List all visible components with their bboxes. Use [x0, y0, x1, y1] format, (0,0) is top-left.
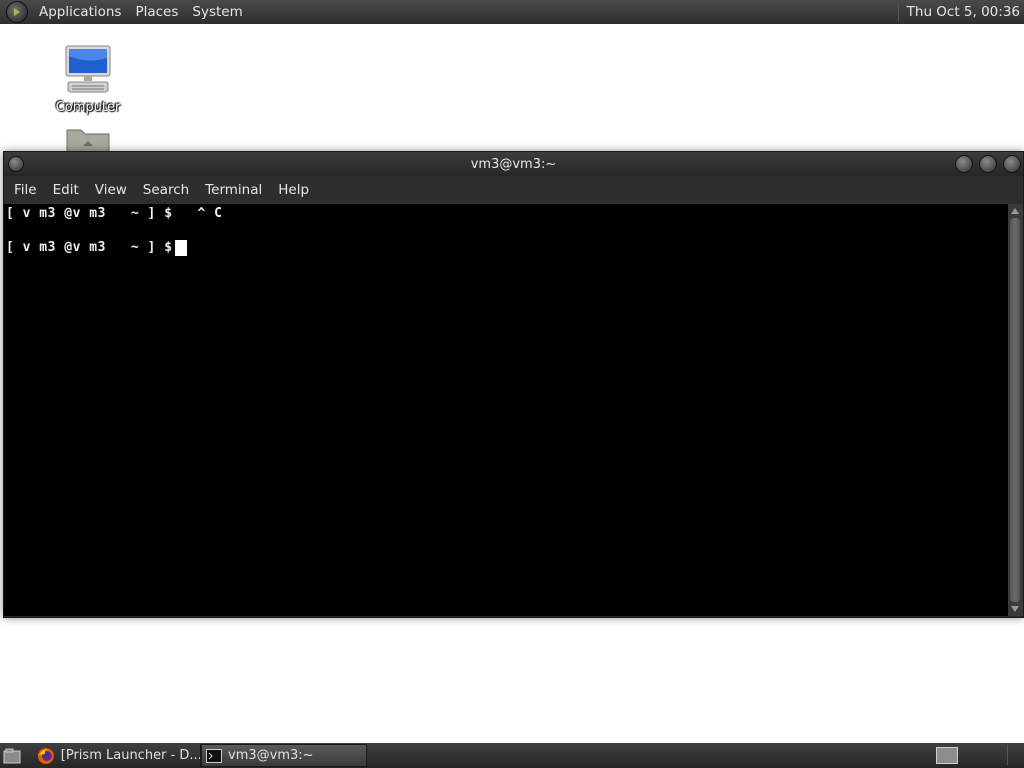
distro-logo-icon[interactable]	[6, 1, 28, 23]
window-titlebar[interactable]: vm3@vm3:~	[4, 152, 1023, 176]
menu-places[interactable]: Places	[128, 4, 185, 20]
close-button[interactable]	[1003, 155, 1021, 173]
taskbar-item-label: vm3@vm3:~	[228, 748, 314, 763]
terminal-line: [ v m3 @v m3 ~ ] $	[6, 240, 173, 255]
show-desktop-icon	[3, 748, 21, 763]
terminal-window[interactable]: vm3@vm3:~ File Edit View Search Terminal…	[3, 151, 1024, 618]
workspace-switcher[interactable]	[936, 747, 958, 764]
clock[interactable]: Thu Oct 5, 00:36	[907, 4, 1024, 20]
menu-edit[interactable]: Edit	[45, 182, 87, 198]
bottom-panel: [Prism Launcher - D... vm3@vm3:~	[0, 743, 1024, 768]
panel-separator	[897, 3, 899, 21]
terminal-output[interactable]: [ v m3 @v m3 ~ ] $ ^ C [ v m3 @v m3 ~ ] …	[4, 204, 1008, 616]
vertical-scrollbar[interactable]	[1008, 204, 1023, 616]
window-menu-icon[interactable]	[8, 156, 24, 172]
menu-view[interactable]: View	[87, 182, 135, 198]
menu-system[interactable]: System	[185, 4, 249, 20]
terminal-line: [ v m3 @v m3 ~ ] $ ^ C	[6, 206, 223, 221]
menu-search[interactable]: Search	[135, 182, 197, 198]
maximize-button[interactable]	[979, 155, 997, 173]
computer-icon	[65, 45, 111, 93]
home-folder-icon	[66, 129, 110, 153]
terminal-icon	[206, 748, 222, 763]
scroll-down-icon[interactable]	[1011, 606, 1019, 612]
firefox-icon	[37, 747, 54, 764]
minimize-button[interactable]	[955, 155, 973, 173]
scroll-up-icon[interactable]	[1011, 208, 1019, 214]
desktop-icon-computer[interactable]: Computer	[43, 44, 133, 115]
menu-applications[interactable]: Applications	[32, 4, 128, 20]
menu-terminal[interactable]: Terminal	[197, 182, 270, 198]
menu-help[interactable]: Help	[270, 182, 317, 198]
taskbar-item-label: [Prism Launcher - D...	[60, 748, 200, 763]
window-title: vm3@vm3:~	[470, 156, 557, 172]
menu-file[interactable]: File	[6, 182, 45, 198]
terminal-menubar: File Edit View Search Terminal Help	[4, 176, 1023, 204]
scrollbar-thumb[interactable]	[1010, 218, 1020, 602]
desktop-icon-label: Computer	[55, 100, 121, 115]
taskbar-item-terminal[interactable]: vm3@vm3:~	[201, 744, 367, 767]
panel-separator	[1007, 745, 1008, 765]
top-panel: Applications Places System Thu Oct 5, 00…	[0, 0, 1024, 24]
show-desktop-button[interactable]	[0, 744, 33, 767]
taskbar-item-prism[interactable]: [Prism Launcher - D...	[33, 744, 201, 767]
text-cursor	[175, 240, 187, 256]
